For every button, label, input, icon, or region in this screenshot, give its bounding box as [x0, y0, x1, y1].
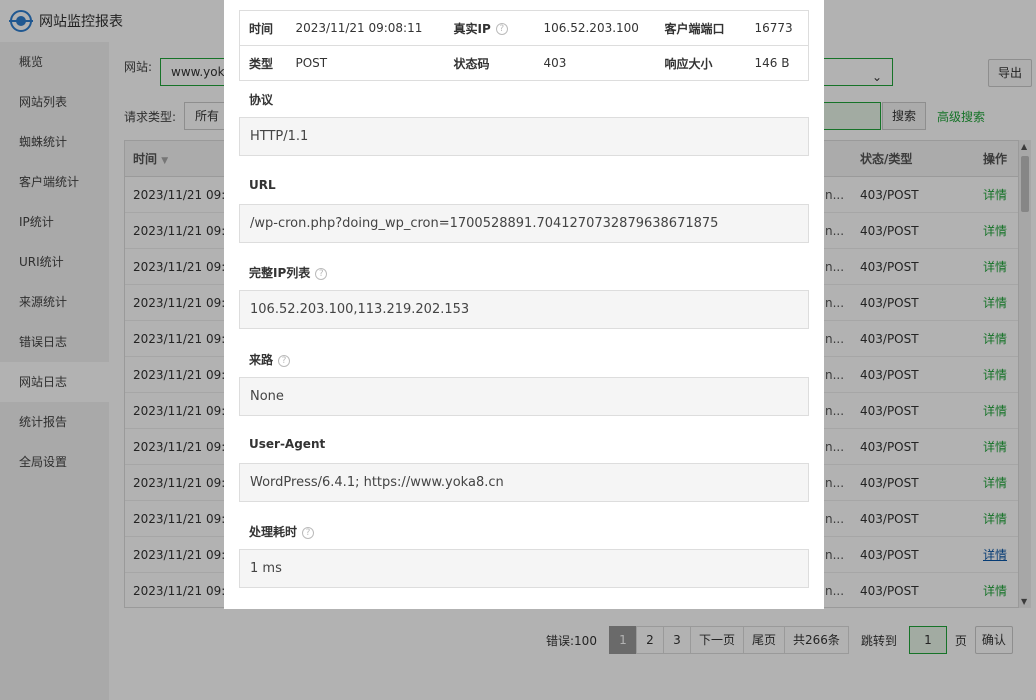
- ip-list-label: 完整IP列表?: [249, 264, 328, 281]
- user-agent-field[interactable]: WordPress/6.4.1; https://www.yoka8.cn: [239, 463, 809, 502]
- time-value: 2023/11/21 09:08:11: [286, 10, 445, 46]
- log-detail-modal: 时间 2023/11/21 09:08:11 真实IP? 106.52.203.…: [224, 0, 824, 609]
- response-size-label: 响应大小: [664, 56, 713, 71]
- ip-list-field[interactable]: 106.52.203.100,113.219.202.153: [239, 290, 809, 329]
- help-icon[interactable]: ?: [278, 354, 291, 367]
- protocol-label: 协议: [249, 93, 274, 107]
- time-label: 时间: [239, 10, 287, 46]
- elapsed-field[interactable]: 1 ms: [239, 549, 809, 588]
- protocol-field[interactable]: HTTP/1.1: [239, 117, 809, 156]
- url-field[interactable]: /wp-cron.php?doing_wp_cron=1700528891.70…: [239, 204, 809, 243]
- referer-field[interactable]: None: [239, 377, 809, 416]
- url-label: URL: [249, 178, 276, 192]
- help-icon[interactable]: ?: [315, 267, 328, 280]
- help-icon[interactable]: ?: [302, 526, 315, 539]
- detail-info-table: 时间 2023/11/21 09:08:11 真实IP? 106.52.203.…: [239, 10, 809, 81]
- referer-label: 来路?: [249, 351, 291, 368]
- elapsed-label: 处理耗时?: [249, 523, 315, 540]
- status-code-label: 状态码: [453, 56, 490, 71]
- status-code-value: 403: [543, 56, 567, 70]
- user-agent-label: User-Agent: [249, 437, 326, 451]
- real-ip-value: 106.52.203.100: [534, 10, 656, 46]
- port-label: 客户端端口: [655, 10, 746, 46]
- real-ip-label: 真实IP?: [444, 10, 535, 46]
- type-value: POST: [295, 56, 328, 70]
- help-icon[interactable]: ?: [495, 23, 508, 35]
- type-label: 类型: [249, 56, 274, 71]
- app-window: 网站监控报表 概览 网站列表 蜘蛛统计 客户端统计 IP统计 URI统计 来源统…: [0, 0, 1036, 700]
- response-size-value: 146 B: [754, 56, 790, 70]
- port-value: 16773: [745, 10, 809, 46]
